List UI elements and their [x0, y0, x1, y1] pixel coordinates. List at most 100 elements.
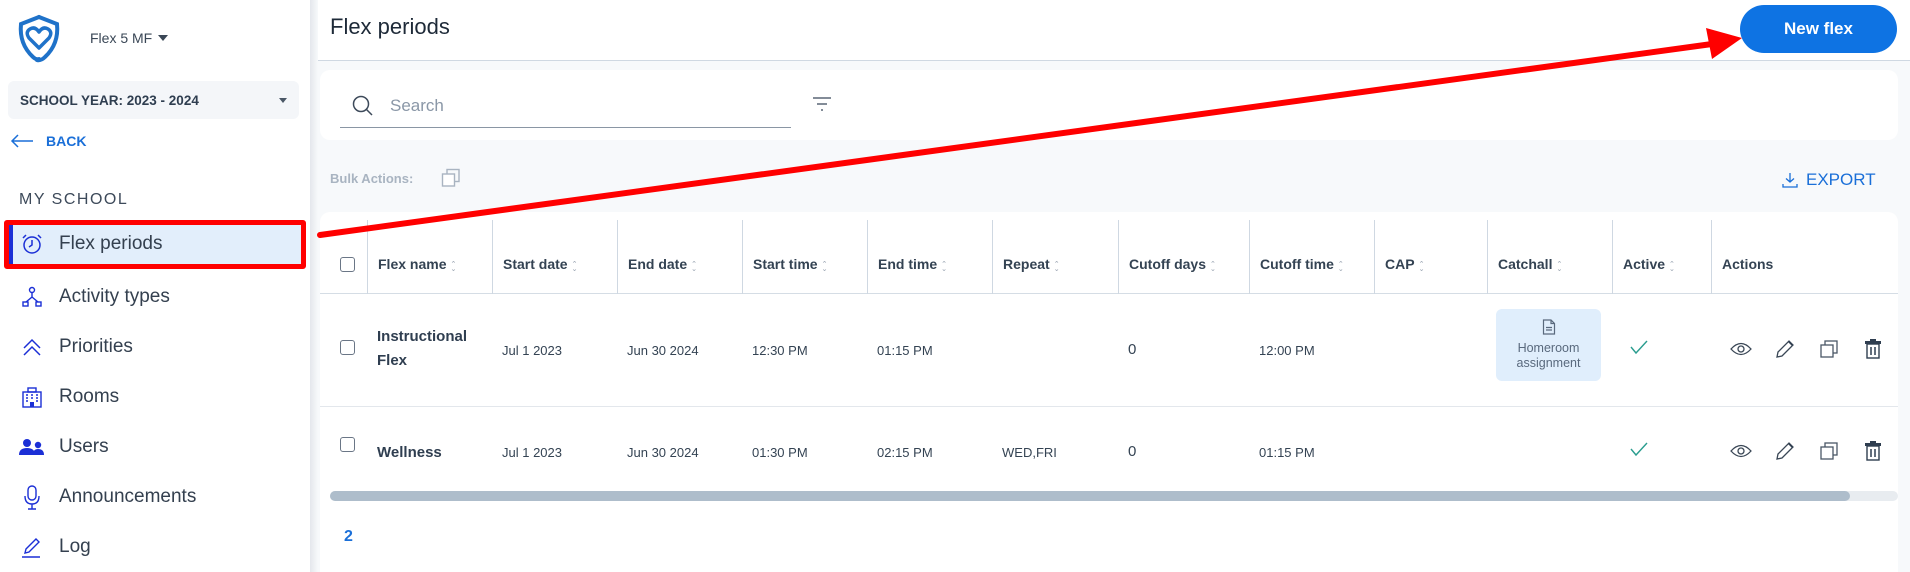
column-label: End date: [628, 256, 688, 272]
search-field[interactable]: [340, 84, 791, 128]
filter-icon[interactable]: [810, 92, 834, 116]
column-label: Cutoff time: [1260, 256, 1334, 272]
duplicate-button[interactable]: [1817, 337, 1841, 361]
sort-icon: ⌃ ⌄: [1053, 261, 1060, 273]
flex-name-cell[interactable]: Wellness: [377, 441, 487, 465]
sidebar-item-label: Announcements: [59, 486, 197, 507]
sidebar-item-label: Flex periods: [59, 233, 163, 254]
scrollbar-thumb[interactable]: [330, 491, 1850, 501]
sidebar-item-rooms[interactable]: Rooms: [0, 372, 310, 422]
sidebar-divider: [310, 0, 318, 572]
cutoff-days-cell: 0: [1128, 443, 1137, 460]
app-root: Flex 5 MF SCHOOL YEAR: 2023 - 2024 BACK …: [0, 0, 1910, 572]
sidebar-nav: Flex periods Activity types Priorities R…: [0, 222, 310, 572]
horizontal-scrollbar[interactable]: [330, 491, 1898, 501]
cutoff-days-cell: 0: [1128, 341, 1137, 358]
row-checkbox[interactable]: [340, 340, 355, 355]
page-title: Flex periods: [330, 14, 450, 39]
delete-button[interactable]: [1861, 439, 1885, 463]
back-label: BACK: [46, 133, 87, 149]
sidebar-item-label: Activity types: [59, 286, 170, 307]
double-chevron-up-icon: [19, 334, 45, 360]
column-label: Repeat: [1003, 256, 1050, 272]
sidebar: Flex 5 MF SCHOOL YEAR: 2023 - 2024 BACK …: [0, 0, 310, 572]
bulk-actions-label: Bulk Actions:: [330, 170, 414, 186]
edit-button[interactable]: [1773, 439, 1797, 463]
catchall-label: Homeroom assignment: [1516, 341, 1581, 370]
pagination-page[interactable]: 2: [344, 528, 353, 546]
pencil-icon: [1776, 340, 1794, 358]
end-date-cell: Jun 30 2024: [627, 343, 699, 358]
column-header-flex-name[interactable]: Flex name ⌃ ⌄: [367, 220, 492, 294]
trash-icon: [1865, 339, 1881, 359]
table-row[interactable]: Wellness Jul 1 2023 Jun 30 2024 01:30 PM…: [320, 407, 1898, 491]
new-flex-button[interactable]: New flex: [1740, 5, 1897, 53]
column-label: CAP: [1385, 256, 1415, 272]
start-time-cell: 12:30 PM: [752, 343, 808, 358]
column-header-start-time[interactable]: Start time ⌃ ⌄: [742, 220, 867, 294]
export-button[interactable]: EXPORT: [1782, 170, 1876, 190]
select-all-checkbox[interactable]: [340, 257, 355, 272]
back-link[interactable]: BACK: [10, 133, 86, 149]
duplicate-button[interactable]: [1817, 439, 1841, 463]
sidebar-item-flex-periods[interactable]: Flex periods: [8, 222, 302, 266]
end-date-cell: Jun 30 2024: [627, 445, 699, 460]
column-header-cutoff-days[interactable]: Cutoff days ⌃ ⌄: [1118, 220, 1249, 294]
sort-icon: ⌃ ⌄: [1418, 261, 1425, 273]
active-check-icon: [1630, 442, 1648, 457]
download-icon: [1782, 173, 1798, 188]
org-switcher[interactable]: Flex 5 MF: [90, 30, 169, 46]
column-header-cap[interactable]: CAP ⌃ ⌄: [1374, 220, 1487, 294]
catchall-chip[interactable]: Homeroom assignment: [1496, 309, 1601, 381]
sidebar-item-activity-types[interactable]: Activity types: [0, 272, 310, 322]
column-header-repeat[interactable]: Repeat ⌃ ⌄: [992, 220, 1118, 294]
sidebar-item-label: Priorities: [59, 336, 133, 357]
column-header-catchall[interactable]: Catchall ⌃ ⌄: [1487, 220, 1612, 294]
trash-icon: [1865, 441, 1881, 461]
column-header-active[interactable]: Active ⌃ ⌄: [1612, 220, 1711, 294]
eye-icon: [1730, 342, 1752, 356]
delete-button[interactable]: [1861, 337, 1885, 361]
row-checkbox[interactable]: [340, 437, 355, 452]
start-date-cell: Jul 1 2023: [502, 445, 562, 460]
sort-icon: ⌃ ⌄: [691, 261, 697, 273]
sidebar-item-label: Users: [59, 436, 109, 457]
export-label: EXPORT: [1806, 170, 1876, 189]
microphone-icon: [19, 484, 45, 510]
column-header-actions: Actions: [1711, 220, 1898, 294]
view-button[interactable]: [1729, 337, 1753, 361]
arrow-left-icon: [10, 134, 33, 148]
eye-icon: [1730, 444, 1752, 458]
sort-icon: ⌃ ⌄: [1210, 261, 1216, 273]
search-input[interactable]: [390, 95, 770, 116]
building-icon: [19, 384, 45, 410]
table-header: Flex name ⌃ ⌄ Start date ⌃ ⌄ End date ⌃ ⌄ Star…: [320, 212, 1898, 294]
column-header-cutoff-time[interactable]: Cutoff time ⌃ ⌄: [1249, 220, 1374, 294]
pencil-icon: [1776, 442, 1794, 460]
shield-heart-logo-icon[interactable]: [15, 14, 63, 64]
sort-icon: ⌃ ⌄: [941, 261, 947, 273]
flex-name-cell[interactable]: Instructional Flex: [377, 325, 487, 373]
bulk-duplicate-icon[interactable]: [441, 168, 461, 188]
sort-icon: ⌃ ⌄: [1669, 261, 1675, 273]
duplicate-icon: [1820, 340, 1838, 358]
sort-icon: ⌃ ⌄: [450, 261, 457, 273]
sidebar-item-users[interactable]: Users: [0, 422, 310, 472]
school-year-select[interactable]: SCHOOL YEAR: 2023 - 2024: [8, 81, 299, 119]
sidebar-item-announcements[interactable]: Announcements: [0, 472, 310, 522]
table-row[interactable]: Instructional Flex Jul 1 2023 Jun 30 202…: [320, 295, 1898, 407]
column-header-end-time[interactable]: End time ⌃ ⌄: [867, 220, 992, 294]
column-header-start-date[interactable]: Start date ⌃ ⌄: [492, 220, 617, 294]
column-label: Catchall: [1498, 256, 1553, 272]
view-button[interactable]: [1729, 439, 1753, 463]
column-header-end-date[interactable]: End date ⌃ ⌄: [617, 220, 742, 294]
org-name: Flex 5 MF: [90, 30, 153, 46]
active-check-icon: [1630, 340, 1648, 355]
search-icon: [352, 95, 373, 116]
sidebar-item-priorities[interactable]: Priorities: [0, 322, 310, 372]
duplicate-icon: [1820, 442, 1838, 460]
edit-button[interactable]: [1773, 337, 1797, 361]
sidebar-item-label: Rooms: [59, 386, 120, 407]
sidebar-item-log[interactable]: Log: [0, 522, 310, 572]
sort-icon: ⌃ ⌄: [1337, 261, 1344, 273]
